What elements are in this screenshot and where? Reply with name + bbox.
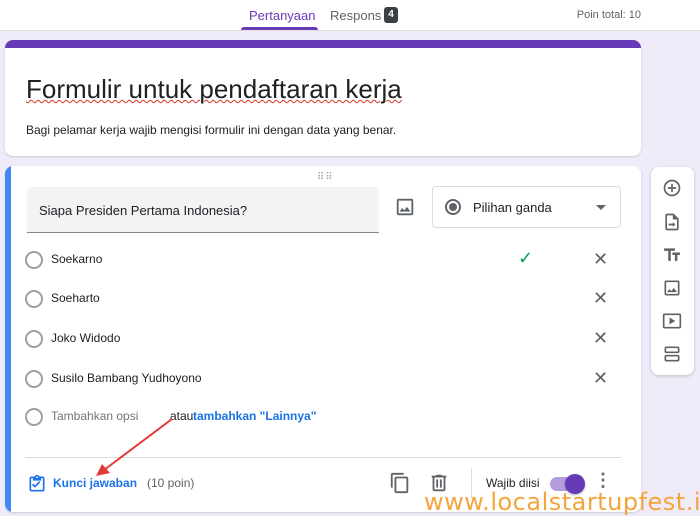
add-image-icon[interactable]: [662, 278, 682, 298]
add-image-icon[interactable]: [394, 196, 416, 218]
option-label[interactable]: Soeharto: [51, 291, 100, 305]
add-question-icon[interactable]: [662, 178, 682, 198]
correct-answer-check-icon: ✓: [518, 248, 534, 268]
active-tab-indicator: [241, 27, 318, 30]
remove-option-icon[interactable]: ✕: [593, 368, 608, 389]
radio-circle-icon: [25, 251, 43, 269]
option-item[interactable]: Susilo Bambang Yudhoyono ✕: [25, 367, 615, 391]
question-type-dropdown[interactable]: Pilihan ganda: [432, 186, 621, 228]
points-label: (10 poin): [147, 476, 195, 490]
answer-key-label: Kunci jawaban: [53, 476, 138, 490]
remove-option-icon[interactable]: ✕: [593, 249, 608, 270]
card-footer-divider: [25, 457, 621, 458]
side-toolbar: [651, 167, 694, 375]
form-title[interactable]: Formulir untuk pendaftaran kerja: [26, 74, 402, 105]
top-tab-bar: Pertanyaan Respons 4 Poin total: 10: [0, 0, 700, 31]
chevron-down-icon: [596, 205, 606, 210]
add-option-row: Tambahkan opsi atau tambahkan "Lainnya": [25, 405, 615, 429]
add-section-icon[interactable]: [662, 344, 682, 364]
tab-responses[interactable]: Respons: [330, 8, 381, 23]
responses-count-badge: 4: [384, 7, 398, 23]
add-video-icon[interactable]: [662, 311, 682, 331]
duplicate-icon[interactable]: [389, 472, 411, 494]
form-description[interactable]: Bagi pelamar kerja wajib mengisi formuli…: [26, 123, 396, 137]
option-label[interactable]: Soekarno: [51, 252, 102, 266]
radio-circle-icon: [25, 370, 43, 388]
add-option-button[interactable]: Tambahkan opsi: [51, 409, 138, 423]
question-type-label: Pilihan ganda: [473, 200, 552, 215]
option-item[interactable]: Joko Widodo ✕: [25, 327, 615, 351]
question-input[interactable]: Siapa Presiden Pertama Indonesia?: [27, 187, 379, 233]
option-label[interactable]: Susilo Bambang Yudhoyono: [51, 371, 202, 385]
drag-handle-icon[interactable]: ⠿⠿: [317, 172, 334, 183]
or-label: atau: [170, 409, 194, 423]
add-other-button[interactable]: tambahkan "Lainnya": [193, 409, 316, 423]
option-label[interactable]: Joko Widodo: [51, 331, 120, 345]
question-card: ⠿⠿ Siapa Presiden Pertama Indonesia? Pil…: [5, 166, 641, 512]
option-item[interactable]: Soeharto ✕: [25, 287, 615, 311]
remove-option-icon[interactable]: ✕: [593, 288, 608, 309]
form-title-card: Formulir untuk pendaftaran kerja Bagi pe…: [5, 40, 641, 156]
radio-circle-icon: [25, 330, 43, 348]
option-item[interactable]: Soekarno ✓ ✕: [25, 248, 615, 272]
question-text: Siapa Presiden Pertama Indonesia?: [39, 203, 248, 218]
radio-button-icon: [445, 199, 461, 215]
watermark-text: www.localstartupfest.id: [424, 488, 700, 516]
remove-option-icon[interactable]: ✕: [593, 328, 608, 349]
radio-circle-icon: [25, 408, 43, 426]
tab-questions[interactable]: Pertanyaan: [249, 8, 316, 23]
radio-circle-icon: [25, 290, 43, 308]
total-points: Poin total: 10: [576, 9, 641, 21]
import-questions-icon[interactable]: [662, 212, 682, 232]
add-title-icon[interactable]: [662, 245, 682, 265]
clipboard-check-icon: [29, 474, 45, 492]
